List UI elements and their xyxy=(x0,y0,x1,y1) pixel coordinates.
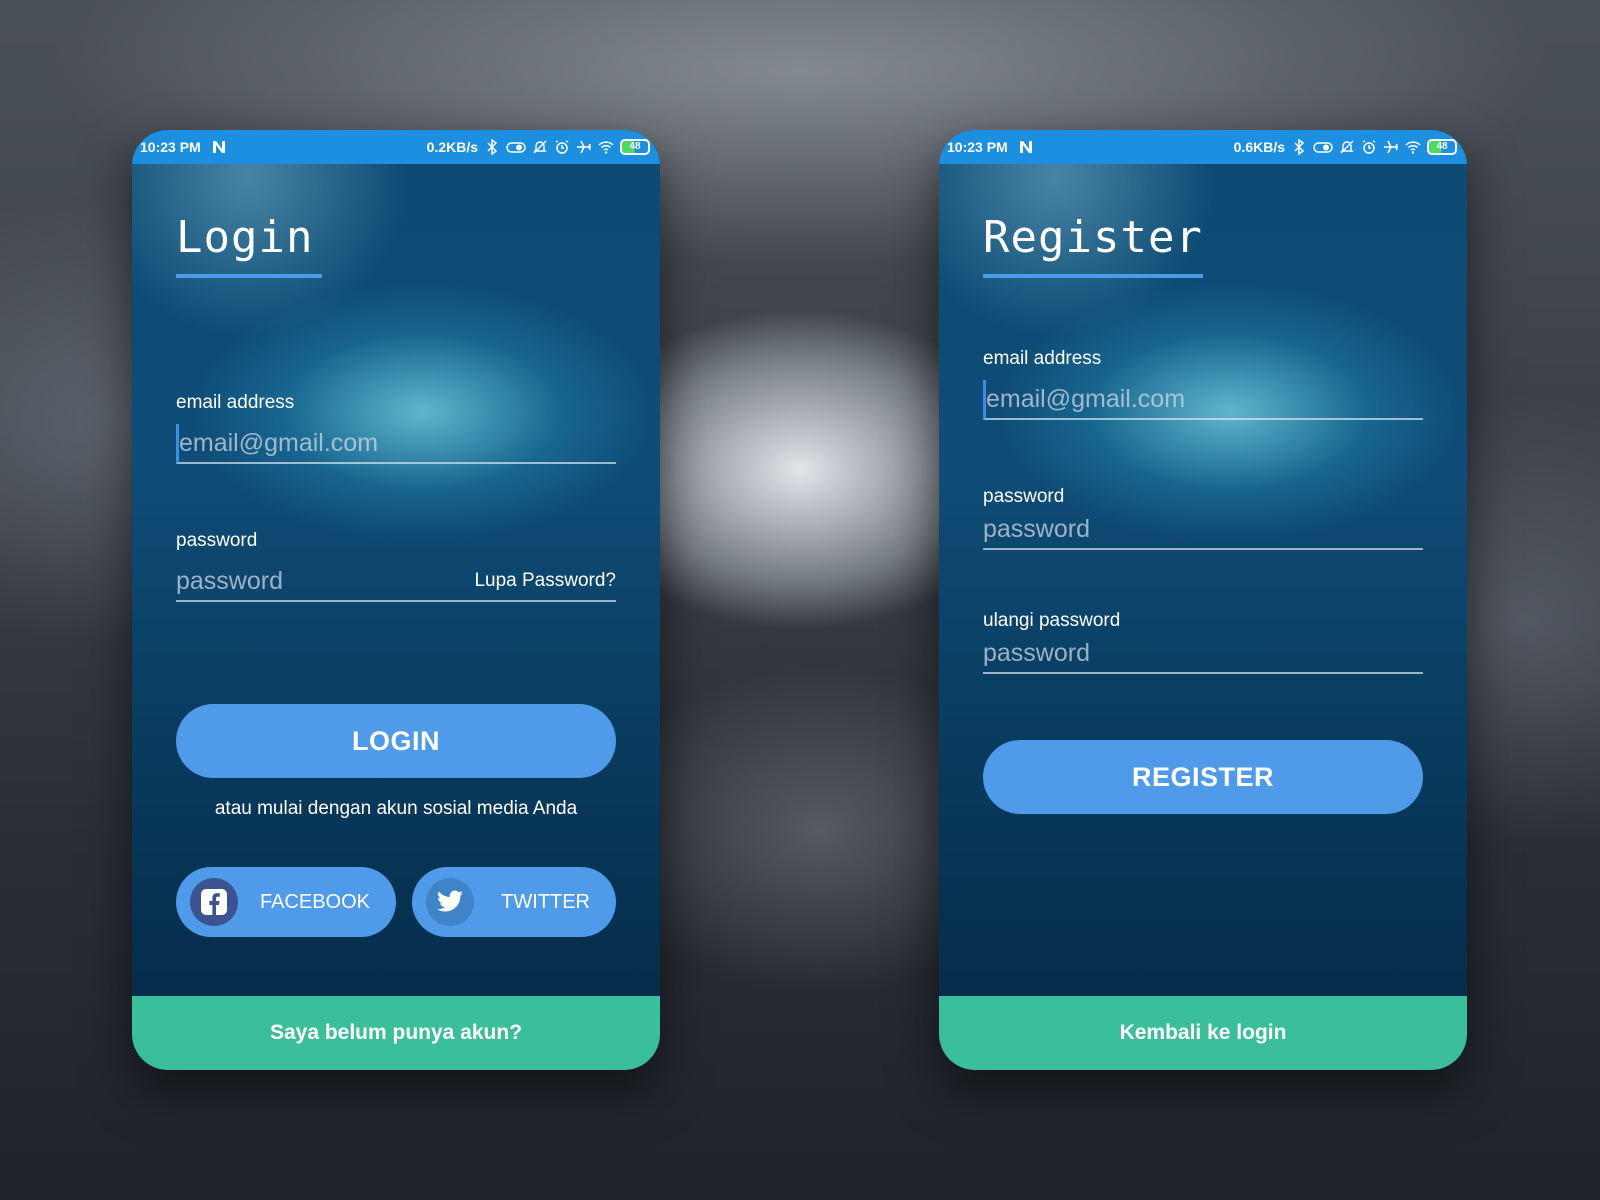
wifi-icon xyxy=(598,141,614,154)
title-underline xyxy=(983,274,1203,278)
mute-icon xyxy=(1340,140,1354,154)
wifi-icon xyxy=(1405,141,1421,154)
alarm-icon xyxy=(1362,140,1376,154)
mute-icon xyxy=(533,140,547,154)
page-title: Register xyxy=(983,212,1203,263)
password-label: password xyxy=(983,486,1065,507)
status-bar: 10:23 PM 0.2KB/s 48 xyxy=(132,130,660,164)
facebook-label: FACEBOOK xyxy=(259,890,370,913)
back-to-login-link[interactable]: Kembali ke login xyxy=(939,996,1467,1070)
toggle-icon xyxy=(1313,142,1333,153)
twitter-label: TWITTER xyxy=(501,890,590,913)
email-label: email address xyxy=(983,348,1102,369)
facebook-icon xyxy=(190,878,238,926)
twitter-icon xyxy=(426,878,474,926)
title-underline xyxy=(176,274,322,278)
nfc-icon xyxy=(1019,141,1032,153)
email-label: email address xyxy=(176,392,295,413)
register-button[interactable]: REGISTER xyxy=(983,740,1423,814)
alarm-icon xyxy=(555,140,569,154)
battery-icon: 48 xyxy=(620,139,650,155)
password-field[interactable] xyxy=(983,510,1423,550)
forgot-password-link[interactable]: Lupa Password? xyxy=(474,570,616,592)
network-speed: 0.6KB/s xyxy=(1233,139,1285,155)
login-screen: 10:23 PM 0.2KB/s 48 Login email address … xyxy=(132,130,660,1070)
register-screen: 10:23 PM 0.6KB/s 48 Register email addre… xyxy=(939,130,1467,1070)
email-field[interactable] xyxy=(983,380,1423,420)
battery-icon: 48 xyxy=(1427,139,1457,155)
social-login-prompt: atau mulai dengan akun sosial media Anda xyxy=(214,798,578,819)
repeat-password-field[interactable] xyxy=(983,634,1423,674)
airplane-icon xyxy=(577,140,591,154)
password-label: password xyxy=(176,530,258,551)
toggle-icon xyxy=(506,142,526,153)
repeat-password-label: ulangi password xyxy=(983,610,1121,631)
bluetooth-icon xyxy=(487,139,498,155)
status-bar: 10:23 PM 0.6KB/s 48 xyxy=(939,130,1467,164)
bluetooth-icon xyxy=(1294,139,1305,155)
password-field-group: password Lupa Password? xyxy=(176,530,616,602)
nfc-icon xyxy=(212,141,225,153)
twitter-login-button[interactable]: TWITTER xyxy=(412,867,616,937)
status-time: 10:23 PM xyxy=(140,139,201,155)
email-field-group: email address xyxy=(983,348,1423,420)
airplane-icon xyxy=(1384,140,1398,154)
no-account-link[interactable]: Saya belum punya akun? xyxy=(132,996,660,1070)
status-time: 10:23 PM xyxy=(947,139,1008,155)
login-button[interactable]: LOGIN xyxy=(176,704,616,778)
network-speed: 0.2KB/s xyxy=(426,139,478,155)
facebook-login-button[interactable]: FACEBOOK xyxy=(176,867,396,937)
repeat-password-field-group: ulangi password xyxy=(983,610,1423,674)
password-field-group: password xyxy=(983,486,1423,550)
email-field[interactable] xyxy=(176,424,616,464)
page-title: Login xyxy=(176,212,314,263)
email-field-group: email address xyxy=(176,392,616,464)
